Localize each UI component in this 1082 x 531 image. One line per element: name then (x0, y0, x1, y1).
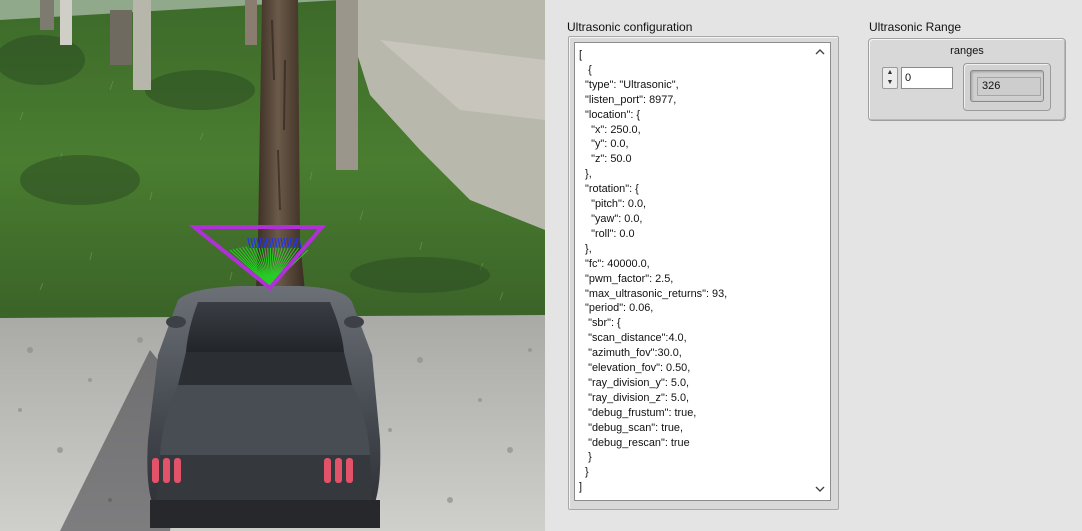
vehicle (147, 286, 381, 528)
array-index-field[interactable]: 0 (901, 67, 953, 89)
range-array-frame: ranges ▲ ▼ 0 326 (868, 38, 1066, 121)
config-textarea[interactable]: [ { "type": "Ultrasonic", "listen_port":… (574, 42, 831, 501)
config-label: Ultrasonic configuration (567, 20, 693, 34)
range-value-indicator: 326 (977, 77, 1041, 96)
spin-up-icon[interactable]: ▲ (883, 68, 897, 78)
index-spinner[interactable]: ▲ ▼ (882, 67, 898, 89)
chevron-down-icon[interactable] (814, 484, 826, 496)
control-panel: Ultrasonic configuration [ { "type": "Ul… (545, 0, 1082, 531)
simulation-viewport[interactable] (0, 0, 545, 531)
chevron-up-icon[interactable] (814, 47, 826, 59)
scene-render (0, 0, 545, 531)
range-element-cluster: 326 (963, 63, 1051, 111)
range-label: Ultrasonic Range (869, 20, 962, 34)
range-element: 326 (970, 70, 1044, 102)
ranges-array-label: ranges (950, 45, 984, 57)
spin-down-icon[interactable]: ▼ (883, 78, 897, 88)
array-index-control[interactable]: ▲ ▼ 0 (882, 67, 955, 89)
config-json-text[interactable]: [ { "type": "Ultrasonic", "listen_port":… (579, 48, 815, 498)
config-frame: [ { "type": "Ultrasonic", "listen_port":… (568, 36, 839, 510)
